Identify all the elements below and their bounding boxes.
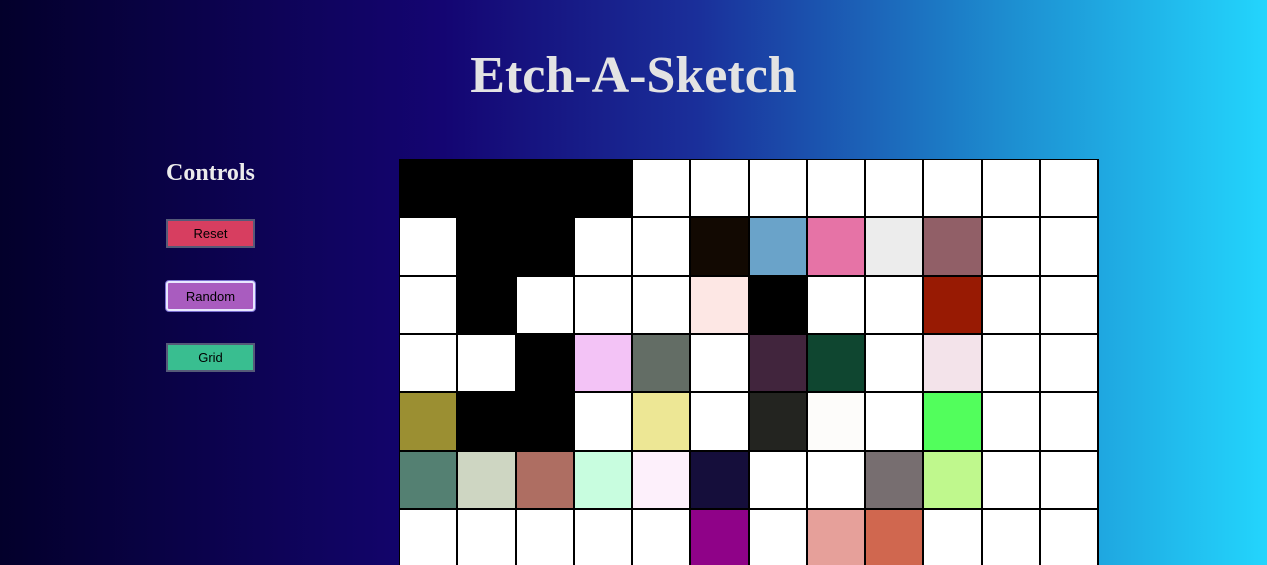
grid-cell[interactable] bbox=[574, 218, 633, 277]
grid-cell[interactable] bbox=[691, 218, 750, 277]
grid-cell[interactable] bbox=[982, 393, 1041, 452]
grid-cell[interactable] bbox=[982, 509, 1041, 565]
grid-cell[interactable] bbox=[982, 334, 1041, 394]
grid-cell[interactable] bbox=[516, 218, 575, 277]
grid-cell[interactable] bbox=[633, 276, 692, 335]
grid-cell[interactable] bbox=[633, 451, 692, 510]
grid-cell[interactable] bbox=[516, 276, 575, 335]
grid-cell[interactable] bbox=[458, 393, 517, 452]
grid-cell[interactable] bbox=[574, 509, 633, 565]
grid-cell[interactable] bbox=[1040, 451, 1099, 510]
grid-cell[interactable] bbox=[574, 160, 633, 219]
grid-cell[interactable] bbox=[749, 160, 808, 219]
grid-cell[interactable] bbox=[807, 451, 866, 510]
grid-cell[interactable] bbox=[866, 509, 925, 565]
grid-cell[interactable] bbox=[866, 160, 925, 219]
grid-cell[interactable] bbox=[574, 334, 633, 394]
grid-cell[interactable] bbox=[516, 509, 575, 565]
grid-cell[interactable] bbox=[516, 451, 575, 510]
grid-cell[interactable] bbox=[749, 393, 808, 452]
grid-cell[interactable] bbox=[574, 393, 633, 452]
grid-cell[interactable] bbox=[807, 276, 866, 335]
controls-heading: Controls bbox=[166, 160, 255, 186]
random-button[interactable]: Random bbox=[166, 281, 255, 311]
grid-cell[interactable] bbox=[633, 160, 692, 219]
grid-cell[interactable] bbox=[458, 218, 517, 277]
grid-cell[interactable] bbox=[749, 334, 808, 394]
grid-cell[interactable] bbox=[1040, 509, 1099, 565]
grid-cell[interactable] bbox=[574, 451, 633, 510]
grid-cell[interactable] bbox=[807, 334, 866, 394]
grid-cell[interactable] bbox=[749, 276, 808, 335]
grid-cell[interactable] bbox=[691, 334, 750, 394]
grid-cell[interactable] bbox=[982, 276, 1041, 335]
grid-cell[interactable] bbox=[924, 276, 983, 335]
grid-cell[interactable] bbox=[516, 160, 575, 219]
grid-cell[interactable] bbox=[400, 451, 459, 510]
grid-button[interactable]: Grid bbox=[166, 343, 255, 372]
grid-cell[interactable] bbox=[691, 393, 750, 452]
grid-cell[interactable] bbox=[633, 334, 692, 394]
grid-cell[interactable] bbox=[633, 218, 692, 277]
grid-cell[interactable] bbox=[924, 509, 983, 565]
grid-cell[interactable] bbox=[400, 276, 459, 335]
page-title: Etch-A-Sketch bbox=[470, 47, 797, 104]
grid-cell[interactable] bbox=[1040, 334, 1099, 394]
grid-cell[interactable] bbox=[982, 160, 1041, 219]
grid-cell[interactable] bbox=[633, 509, 692, 565]
grid-cell[interactable] bbox=[866, 451, 925, 510]
grid-cell[interactable] bbox=[400, 393, 459, 452]
grid-cell[interactable] bbox=[866, 218, 925, 277]
grid-cell[interactable] bbox=[400, 160, 459, 219]
grid-cell[interactable] bbox=[1040, 160, 1099, 219]
grid-cell[interactable] bbox=[866, 276, 925, 335]
reset-button[interactable]: Reset bbox=[166, 219, 255, 248]
sketch-grid[interactable] bbox=[399, 159, 1099, 565]
grid-cell[interactable] bbox=[458, 334, 517, 394]
grid-cell[interactable] bbox=[749, 509, 808, 565]
grid-cell[interactable] bbox=[691, 276, 750, 335]
grid-cell[interactable] bbox=[924, 451, 983, 510]
grid-cell[interactable] bbox=[574, 276, 633, 335]
grid-cell[interactable] bbox=[400, 334, 459, 394]
grid-cell[interactable] bbox=[807, 218, 866, 277]
grid-cell[interactable] bbox=[633, 393, 692, 452]
grid-cell[interactable] bbox=[924, 160, 983, 219]
grid-cell[interactable] bbox=[807, 509, 866, 565]
grid-cell[interactable] bbox=[924, 334, 983, 394]
grid-cell[interactable] bbox=[982, 218, 1041, 277]
grid-cell[interactable] bbox=[749, 218, 808, 277]
grid-cell[interactable] bbox=[458, 509, 517, 565]
grid-cell[interactable] bbox=[1040, 218, 1099, 277]
grid-cell[interactable] bbox=[691, 509, 750, 565]
grid-cell[interactable] bbox=[866, 393, 925, 452]
grid-cell[interactable] bbox=[749, 451, 808, 510]
grid-cell[interactable] bbox=[924, 218, 983, 277]
grid-cell[interactable] bbox=[458, 451, 517, 510]
grid-cell[interactable] bbox=[516, 393, 575, 452]
grid-cell[interactable] bbox=[866, 334, 925, 394]
grid-cell[interactable] bbox=[807, 160, 866, 219]
grid-cell[interactable] bbox=[691, 451, 750, 510]
grid-cell[interactable] bbox=[458, 276, 517, 335]
grid-cell[interactable] bbox=[924, 393, 983, 452]
grid-cell[interactable] bbox=[1040, 276, 1099, 335]
grid-cell[interactable] bbox=[400, 509, 459, 565]
grid-cell[interactable] bbox=[1040, 393, 1099, 452]
grid-cell[interactable] bbox=[691, 160, 750, 219]
grid-cell[interactable] bbox=[982, 451, 1041, 510]
grid-cell[interactable] bbox=[400, 218, 459, 277]
grid-cell[interactable] bbox=[516, 334, 575, 394]
grid-cell[interactable] bbox=[458, 160, 517, 219]
grid-cell[interactable] bbox=[807, 393, 866, 452]
